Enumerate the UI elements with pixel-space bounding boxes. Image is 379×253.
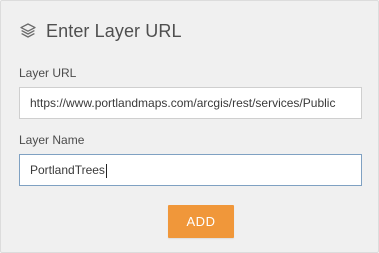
layer-url-input[interactable] [19, 87, 362, 119]
layer-url-label: Layer URL [19, 66, 77, 80]
enter-layer-url-panel: Enter Layer URL Layer URL Layer Name Por… [0, 0, 379, 253]
layer-name-input[interactable]: PortlandTrees [19, 154, 362, 186]
layers-icon [19, 22, 37, 40]
layer-name-label: Layer Name [19, 133, 85, 147]
dialog-title: Enter Layer URL [46, 20, 182, 41]
text-caret [105, 163, 107, 178]
panel-header: Enter Layer URL [19, 19, 182, 43]
add-button[interactable]: ADD [168, 205, 234, 238]
layer-name-value: PortlandTrees [30, 163, 105, 177]
